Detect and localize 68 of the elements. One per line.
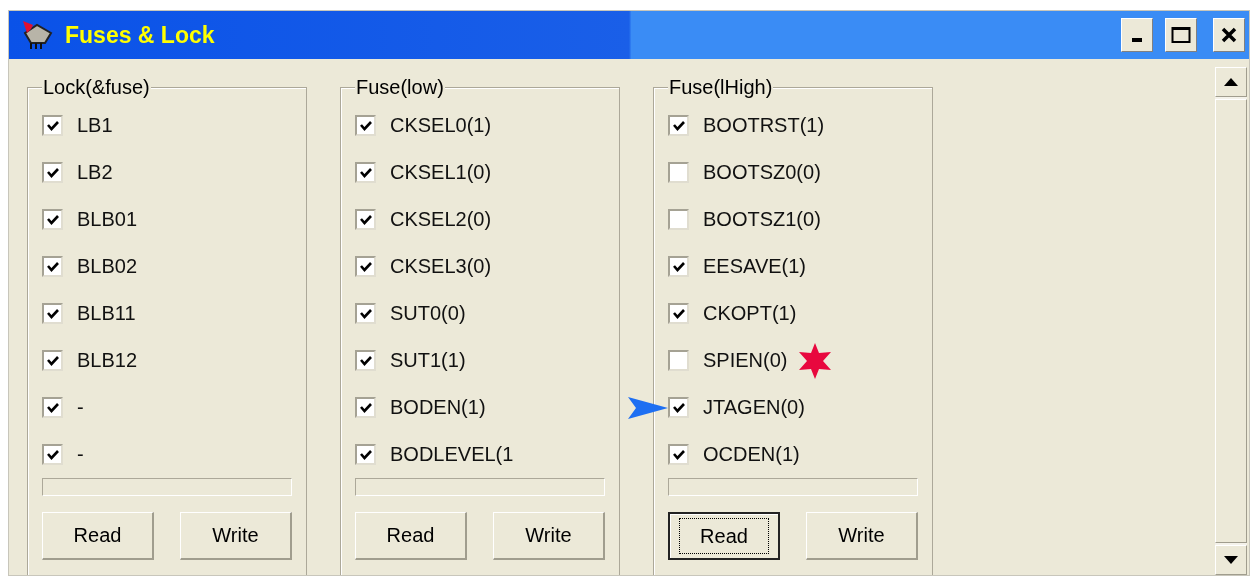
checkbox-label[interactable]: CKOPT(1) <box>703 302 797 325</box>
checkbox[interactable] <box>42 350 63 371</box>
checkbox[interactable] <box>355 350 376 371</box>
checkbox[interactable] <box>668 397 689 418</box>
checkbox-label[interactable]: BODLEVEL(1 <box>390 443 514 466</box>
checkbox-label[interactable]: LB2 <box>77 161 113 184</box>
checkbox-label[interactable]: CKSEL1(0) <box>390 161 492 184</box>
checkbox[interactable] <box>42 162 63 183</box>
minimize-icon <box>1132 38 1142 42</box>
checkbox-label[interactable]: BLB12 <box>77 349 138 372</box>
checkbox-label[interactable]: BOOTRST(1) <box>703 114 825 137</box>
checkbox[interactable] <box>42 209 63 230</box>
checkbox[interactable] <box>668 444 689 465</box>
button[interactable]: Write <box>493 512 605 560</box>
checkbox-label[interactable]: - <box>77 443 84 466</box>
checkbox[interactable] <box>355 303 376 324</box>
checkbox[interactable] <box>42 115 63 136</box>
checkbox-label[interactable]: CKSEL3(0) <box>390 255 492 278</box>
checkbox[interactable] <box>668 162 689 183</box>
checkbox[interactable] <box>355 162 376 183</box>
up-caret-icon <box>1224 78 1238 86</box>
checkbox-label[interactable]: JTAGEN(0) <box>703 396 805 419</box>
checkbox[interactable] <box>355 397 376 418</box>
checkbox[interactable] <box>668 256 689 277</box>
checkbox-label[interactable]: BLB02 <box>77 255 138 278</box>
checkbox-label[interactable]: OCDEN(1) <box>703 443 800 466</box>
checkbox-label[interactable]: BLB11 <box>77 302 136 325</box>
maximize-button[interactable] <box>1165 18 1197 52</box>
scroll-down-button[interactable] <box>1215 545 1247 575</box>
close-icon <box>1221 27 1237 43</box>
checkbox[interactable] <box>42 444 63 465</box>
button[interactable]: Write <box>180 512 292 560</box>
checkbox[interactable] <box>355 256 376 277</box>
group-title: Fuse(lHigh) <box>668 76 774 98</box>
checkbox[interactable] <box>355 115 376 136</box>
checkbox-label[interactable]: CKSEL0(1) <box>390 114 492 137</box>
checkbox[interactable] <box>668 115 689 136</box>
checkbox[interactable] <box>668 350 689 371</box>
checkbox-label[interactable]: BLB01 <box>77 208 138 231</box>
checkbox-label[interactable]: SPIEN(0) <box>703 349 788 372</box>
checkbox[interactable] <box>42 256 63 277</box>
group-title: Fuse(low) <box>355 76 445 98</box>
window-title: Fuses & Lock <box>65 21 216 49</box>
button[interactable]: Write <box>806 512 918 560</box>
minimize-button[interactable] <box>1121 18 1153 52</box>
checkbox[interactable] <box>668 303 689 324</box>
close-button[interactable] <box>1213 18 1245 52</box>
checkbox-label[interactable]: SUT1(1) <box>390 349 466 372</box>
checkbox-label[interactable]: EESAVE(1) <box>703 255 806 278</box>
checkbox-label[interactable]: LB1 <box>77 114 113 137</box>
checkbox-label[interactable]: BOOTSZ0(0) <box>703 161 821 184</box>
checkbox[interactable] <box>668 209 689 230</box>
checkbox[interactable] <box>42 397 63 418</box>
button[interactable]: Read <box>668 512 780 560</box>
checkbox[interactable] <box>355 209 376 230</box>
checkbox[interactable] <box>355 444 376 465</box>
checkbox-label[interactable]: BOOTSZ1(0) <box>703 208 821 231</box>
checkbox-label[interactable]: SUT0(0) <box>390 302 466 325</box>
checkbox-label[interactable]: - <box>77 396 84 419</box>
maximize-icon <box>1171 26 1191 44</box>
checkbox-label[interactable]: CKSEL2(0) <box>390 208 492 231</box>
scroll-up-button[interactable] <box>1215 67 1247 97</box>
group-title: Lock(&fuse) <box>42 76 151 98</box>
button[interactable]: Read <box>42 512 154 560</box>
button[interactable]: Read <box>355 512 467 560</box>
checkbox[interactable] <box>42 303 63 324</box>
down-caret-icon <box>1224 556 1238 564</box>
checkbox-label[interactable]: BODEN(1) <box>390 396 486 419</box>
